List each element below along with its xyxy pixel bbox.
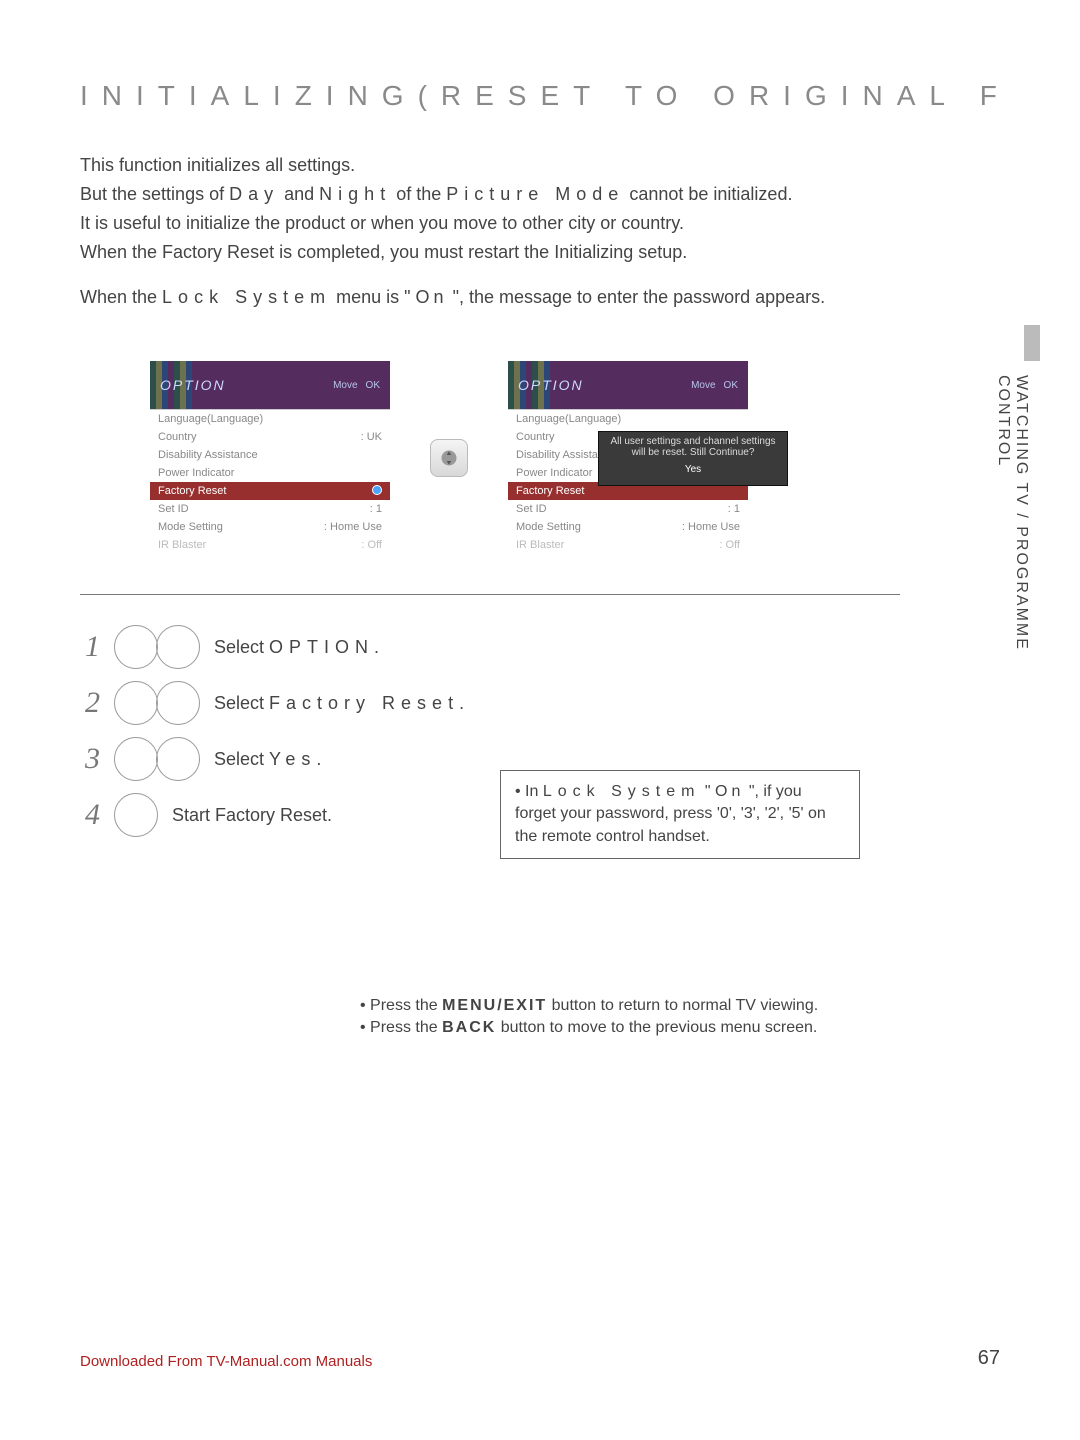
remote-button-icon (114, 737, 158, 781)
osd-screenshot-right: OPTION Move OK Language(Language) Countr… (508, 361, 748, 554)
osd-ok: OK (366, 380, 380, 391)
osd-title: OPTION (160, 377, 226, 393)
osd-row-selected: Factory Reset (158, 485, 226, 497)
remote-button-icon (114, 793, 158, 837)
t: ", the message to enter the password app… (453, 287, 826, 307)
step-label: Select Yes. (214, 749, 1000, 770)
intro-line: It is useful to initialize the product o… (80, 210, 1000, 237)
step-number: 1 (80, 630, 100, 664)
t: " (705, 783, 711, 800)
t: button to move to the previous menu scre… (501, 1019, 818, 1036)
osd-val: : Home Use (682, 521, 740, 533)
t: Lock System (543, 783, 701, 800)
page-number: 67 (978, 1347, 1000, 1370)
t: OPTION (269, 637, 374, 657)
osd-val: : Off (719, 539, 740, 551)
t: • Press the (360, 997, 442, 1014)
step-number: 4 (80, 798, 100, 832)
nav-button-icon (430, 439, 468, 477)
t: Picture Mode (446, 184, 624, 204)
section-label: WATCHING TV / PROGRAMME CONTROL (994, 375, 1030, 735)
osd-row: Set ID (516, 503, 547, 515)
t: • Press the (360, 1019, 442, 1036)
osd-row-selected: Factory Reset (516, 485, 584, 497)
osd-row: Language(Language) (516, 413, 621, 425)
remote-button-icon (156, 625, 200, 669)
osd-val: : 1 (728, 503, 740, 515)
page-title: INITIALIZING(RESET TO ORIGINAL FACTORY S… (80, 80, 1000, 112)
t: When the (80, 287, 162, 307)
osd-row: Country (158, 431, 197, 443)
osd-row: Power Indicator (158, 467, 234, 479)
remote-button-icon (114, 625, 158, 669)
t: and (284, 184, 319, 204)
osd-row: IR Blaster (158, 539, 206, 551)
t: . (374, 637, 379, 657)
osd-move: Move (691, 380, 715, 391)
intro-line: When the Factory Reset is completed, you… (80, 239, 1000, 266)
osd-row: Set ID (158, 503, 189, 515)
t: . (316, 749, 321, 769)
osd-title: OPTION (518, 377, 584, 393)
tip-box: • In Lock System " On ", if you forget y… (500, 770, 860, 859)
t: On (416, 287, 448, 307)
bullet-icon (372, 485, 382, 495)
t: . (459, 693, 464, 713)
t: Yes (269, 749, 316, 769)
osd-row: Disability Assistance (158, 449, 258, 461)
t: Factory Reset (269, 693, 459, 713)
t: • In (515, 783, 543, 800)
osd-row: Power Indicator (516, 467, 592, 479)
osd-val: : Off (361, 539, 382, 551)
osd-ok: OK (724, 380, 738, 391)
intro-block: This function initializes all settings. … (80, 152, 1000, 311)
osd-row: Mode Setting (158, 521, 223, 533)
side-tab: WATCHING TV / PROGRAMME CONTROL (990, 335, 1030, 735)
t: cannot be initialized. (629, 184, 792, 204)
separator (80, 594, 900, 595)
tab-notch (1024, 325, 1040, 361)
popup-yes: Yes (605, 464, 781, 475)
t: Select (214, 637, 269, 657)
osd-val: : 1 (370, 503, 382, 515)
dpad-icon (440, 449, 458, 467)
osd-row: Mode Setting (516, 521, 581, 533)
osd-screenshot-left: OPTION Move OK Language(Language) Countr… (150, 361, 390, 554)
popup-msg: All user settings and channel settings w… (605, 436, 781, 458)
remote-button-icon (156, 681, 200, 725)
osd-row: Language(Language) (158, 413, 263, 425)
t: Day (229, 184, 279, 204)
t: Select (214, 749, 269, 769)
t: of the (396, 184, 446, 204)
remote-button-icon (156, 737, 200, 781)
t: Night (319, 184, 391, 204)
step-number: 2 (80, 686, 100, 720)
t: Select (214, 693, 269, 713)
confirm-popup: All user settings and channel settings w… (598, 431, 788, 486)
osd-val: : UK (361, 431, 382, 443)
intro-line: When the Lock System menu is " On ", the… (80, 284, 1000, 311)
t: menu is " (336, 287, 410, 307)
t: MENU/EXIT (442, 997, 547, 1014)
osd-move: Move (333, 380, 357, 391)
remote-button-icon (114, 681, 158, 725)
step-label: Select OPTION. (214, 637, 1000, 658)
footer-notes: • Press the MENU/EXIT button to return t… (360, 997, 1000, 1037)
osd-val: : Home Use (324, 521, 382, 533)
t: On (715, 783, 744, 800)
step-label: Select Factory Reset. (214, 693, 1000, 714)
intro-line: But the settings of Day and Night of the… (80, 181, 1000, 208)
osd-row: IR Blaster (516, 539, 564, 551)
t: BACK (442, 1019, 496, 1036)
osd-row: Country (516, 431, 555, 443)
download-footer: Downloaded From TV-Manual.com Manuals (80, 1353, 372, 1370)
step-number: 3 (80, 742, 100, 776)
t: Lock System (162, 287, 331, 307)
t: button to return to normal TV viewing. (552, 997, 819, 1014)
t: But the settings of (80, 184, 229, 204)
intro-line: This function initializes all settings. (80, 152, 1000, 179)
